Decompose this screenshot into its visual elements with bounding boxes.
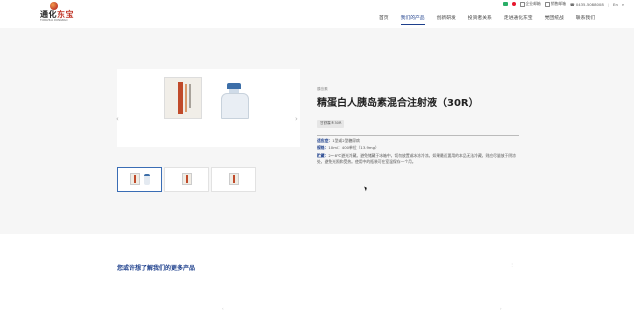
gallery-prev-arrow-icon[interactable]: ‹ [116,115,119,123]
thumbnail-3[interactable] [211,167,256,192]
more-products-title: 您或许想了解我们的更多产品 [117,265,196,272]
product-gallery[interactable] [117,69,300,147]
weibo-icon[interactable] [511,2,516,6]
gallery-next-arrow-icon[interactable]: › [295,115,298,123]
top-utility-bar: 企业邮箱 销售邮箱 ☎ 0435-5088008 | En ⌕ [502,1,624,7]
wechat-icon[interactable] [502,2,508,6]
more-indicator-icon: ⋮ [510,262,514,267]
sales-mail-link[interactable]: 销售邮箱 [544,1,566,7]
carousel-next-icon[interactable]: › [500,306,502,311]
nav-products[interactable]: 我们的产品 [395,15,431,25]
language-switch[interactable]: En [613,2,618,7]
product-category[interactable]: 胰岛素 [317,87,519,92]
nav-about[interactable]: 走进通化东宝 [498,15,539,22]
phone-number: ☎ 0435-5088008 [569,1,604,7]
brand-logo[interactable]: 通化东宝 TONGHUA DONGBAO [40,2,100,26]
nav-contact[interactable]: 联系我们 [570,15,601,22]
spec-storage: 贮藏：2～8℃避光冷藏。避免储藏于冰箱中，切勿放置或冰冻冷凉。如果最近要用的本品… [317,153,516,164]
more-products-section: 您或许想了解我们的更多产品 ⋮ ‹ › [0,234,634,311]
gallery-thumbnails [117,167,256,192]
thumbnail-2[interactable] [164,167,209,192]
nav-party[interactable]: 党团统战 [539,15,570,22]
product-detail-section: ‹ › 胰岛素 精蛋白人胰岛素混合注射液（30R） 甘舒霖®30R 适应症：1型… [0,28,634,234]
product-box-image [164,77,202,119]
nav-investors[interactable]: 投资者关系 [462,15,498,22]
main-nav: 首页 我们的产品 创新研发 投资者关系 走进通化东宝 党团统战 联系我们 [373,15,601,25]
mail-icon [544,1,550,7]
carousel-prev-icon[interactable]: ‹ [222,306,224,311]
thumbnail-1[interactable] [117,167,162,192]
spec-size: 规格：10ml：400单位（13.9mg） [317,145,379,151]
mail-icon [519,1,525,7]
logo-subtitle: TONGHUA DONGBAO [40,19,68,22]
corp-mail-link[interactable]: 企业邮箱 [519,1,541,7]
product-vial-image [221,83,249,119]
site-header: 通化东宝 TONGHUA DONGBAO 企业邮箱 销售邮箱 ☎ 0435-50… [0,0,634,28]
product-info: 胰岛素 精蛋白人胰岛素混合注射液（30R） 甘舒霖®30R 适应症：1型或2型糖… [317,87,519,165]
nav-rnd[interactable]: 创新研发 [431,15,462,22]
search-icon[interactable]: ⌕ [622,2,624,7]
nav-home[interactable]: 首页 [373,15,395,22]
brand-badge: 甘舒霖®30R [317,119,345,128]
spec-indication: 适应症：1型或2型糖尿病 [317,137,360,143]
separator: | [607,1,610,7]
product-title: 精蛋白人胰岛素混合注射液（30R） [317,98,479,109]
divider [317,135,519,136]
